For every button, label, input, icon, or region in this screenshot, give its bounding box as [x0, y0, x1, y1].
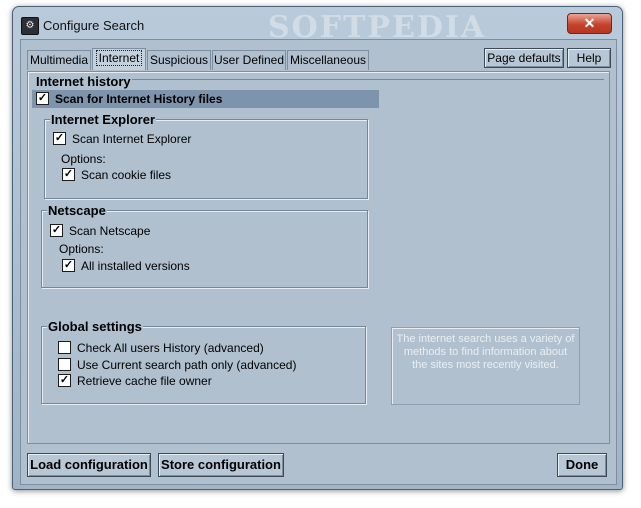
help-button[interactable]: Help	[567, 48, 611, 68]
window-title: Configure Search	[43, 18, 145, 33]
done-button[interactable]: Done	[557, 453, 607, 477]
scan-cookies-row[interactable]: ✓ Scan cookie files	[62, 168, 171, 182]
configure-search-window: ⚙ Configure Search SOFTPEDIA ✕ Multimedi…	[12, 6, 623, 490]
all-users-checkbox[interactable]	[58, 341, 71, 355]
all-versions-row[interactable]: ✓ All installed versions	[62, 259, 190, 273]
cache-owner-checkbox[interactable]: ✓	[58, 374, 71, 388]
tab-suspicious[interactable]: Suspicious	[147, 50, 211, 70]
internet-history-heading: Internet history	[35, 74, 132, 89]
scan-ie-label: Scan Internet Explorer	[72, 132, 192, 146]
scan-history-label: Scan for Internet History files	[55, 92, 223, 106]
netscape-options-label: Options:	[59, 242, 104, 256]
scan-netscape-row[interactable]: ✓ Scan Netscape	[50, 224, 150, 238]
current-path-row[interactable]: Use Current search path only (advanced)	[58, 358, 296, 372]
scan-cookies-checkbox[interactable]: ✓	[62, 168, 75, 182]
tab-multimedia[interactable]: Multimedia	[27, 50, 91, 70]
app-icon: ⚙	[21, 17, 39, 35]
scan-cookies-label: Scan cookie files	[81, 168, 172, 182]
scan-history-row[interactable]: ✓ Scan for Internet History files	[32, 90, 379, 108]
title-bar[interactable]: ⚙ Configure Search SOFTPEDIA ✕	[13, 7, 622, 45]
tab-miscellaneous[interactable]: Miscellaneous	[287, 50, 369, 70]
all-versions-checkbox[interactable]: ✓	[62, 259, 75, 273]
load-configuration-button[interactable]: Load configuration	[27, 453, 151, 477]
internet-explorer-heading: Internet Explorer	[50, 112, 157, 127]
info-box: The internet search uses a variety of me…	[391, 327, 580, 405]
scan-netscape-checkbox[interactable]: ✓	[50, 224, 63, 238]
all-users-row[interactable]: Check All users History (advanced)	[58, 341, 264, 355]
info-text: The internet search uses a variety of me…	[396, 333, 575, 371]
cache-owner-row[interactable]: ✓ Retrieve cache file owner	[58, 374, 212, 388]
dialog-client-area: Multimedia Internet Suspicious User Defi…	[20, 39, 617, 485]
page-defaults-button[interactable]: Page defaults	[484, 48, 564, 68]
scan-ie-checkbox[interactable]: ✓	[53, 132, 66, 146]
cache-owner-label: Retrieve cache file owner	[77, 374, 212, 388]
tab-internet[interactable]: Internet	[92, 48, 146, 70]
scan-ie-row[interactable]: ✓ Scan Internet Explorer	[53, 132, 191, 146]
scan-history-checkbox[interactable]: ✓	[36, 92, 49, 106]
current-path-checkbox[interactable]	[58, 358, 71, 372]
close-button[interactable]: ✕	[567, 13, 612, 34]
store-configuration-button[interactable]: Store configuration	[158, 453, 284, 477]
current-path-label: Use Current search path only (advanced)	[77, 358, 297, 372]
netscape-heading: Netscape	[47, 203, 107, 218]
scan-netscape-label: Scan Netscape	[69, 224, 151, 238]
close-icon: ✕	[583, 15, 596, 31]
all-users-label: Check All users History (advanced)	[77, 341, 264, 355]
global-settings-heading: Global settings	[47, 319, 143, 334]
all-versions-label: All installed versions	[81, 259, 190, 273]
tab-user-defined[interactable]: User Defined	[212, 50, 286, 70]
ie-options-label: Options:	[61, 152, 106, 166]
